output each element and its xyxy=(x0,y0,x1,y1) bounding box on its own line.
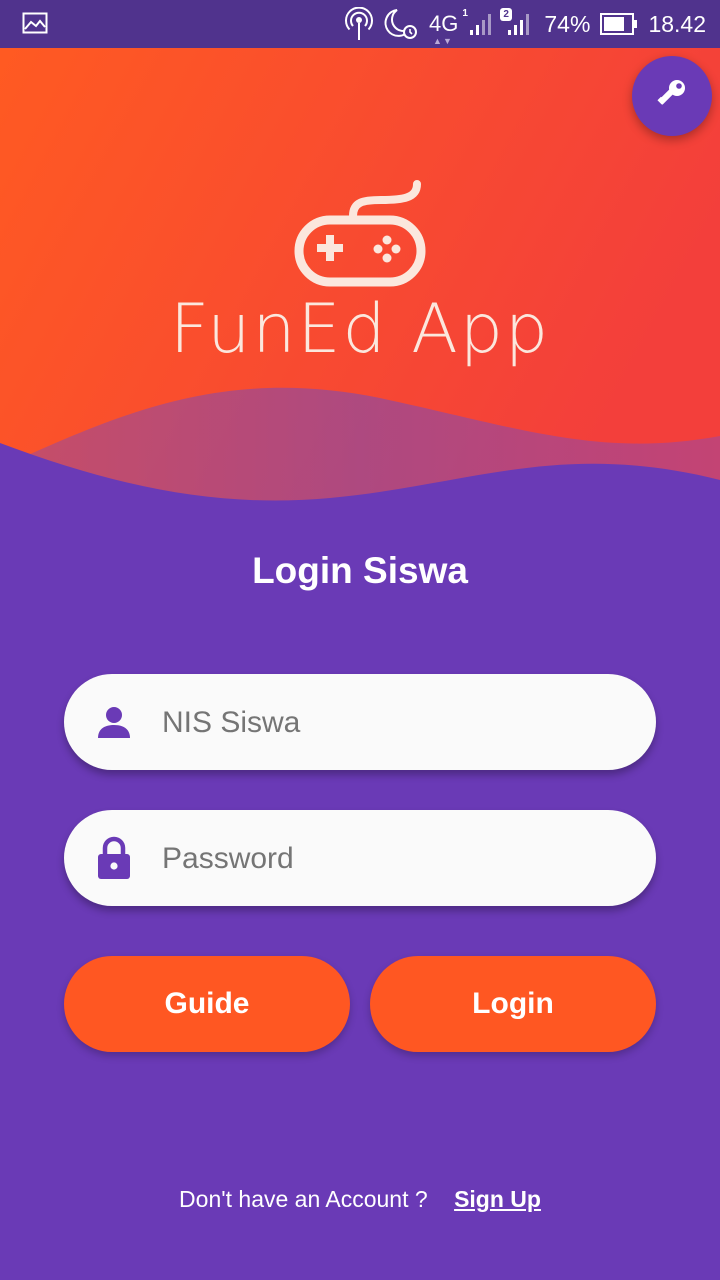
network-type: 4G ▲▼ xyxy=(429,11,459,46)
password-field[interactable] xyxy=(64,810,656,906)
status-icons: 4G ▲▼ 1 2 74% 18.42 xyxy=(345,0,706,48)
hotspot-icon xyxy=(345,7,373,41)
login-button[interactable]: Login xyxy=(370,956,656,1052)
clock: 18.42 xyxy=(648,10,706,37)
network-label: 4G xyxy=(429,11,459,36)
key-button[interactable] xyxy=(632,56,712,136)
nis-input[interactable] xyxy=(160,694,624,752)
data-arrows-icon: ▲▼ xyxy=(433,36,453,46)
nis-field[interactable] xyxy=(64,674,656,770)
signal-icon: 1 xyxy=(462,8,496,36)
signup-footer: Don't have an Account ? Sign Up xyxy=(0,1186,720,1213)
login-title: Login Siswa xyxy=(252,550,468,591)
lock-icon xyxy=(94,836,134,879)
status-bar: 4G ▲▼ 1 2 74% 18.42 xyxy=(0,0,720,48)
image-icon xyxy=(22,12,48,39)
password-input[interactable] xyxy=(160,830,624,888)
signup-prompt: Don't have an Account ? xyxy=(179,1186,428,1212)
guide-button[interactable]: Guide xyxy=(64,956,350,1052)
moon-alarm-icon xyxy=(383,7,419,41)
sim1-label: 1 xyxy=(462,8,468,19)
battery-percent: 74% xyxy=(544,10,591,37)
app-title: FunEd App xyxy=(169,290,551,369)
sim2-label: 2 xyxy=(500,8,512,21)
key-icon xyxy=(654,76,690,117)
app-logo xyxy=(0,180,720,293)
battery-icon xyxy=(600,13,638,35)
signal-icon-sim2: 2 xyxy=(500,8,534,36)
person-icon xyxy=(94,702,134,742)
signup-link[interactable]: Sign Up xyxy=(454,1186,541,1212)
